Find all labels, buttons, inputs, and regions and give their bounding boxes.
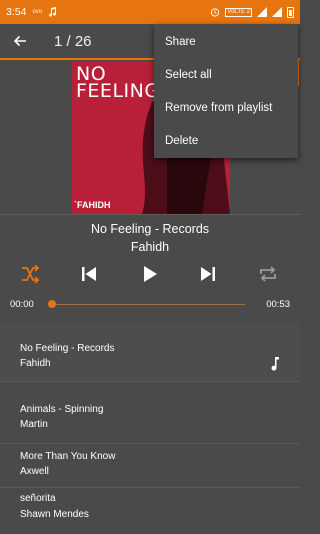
skip-previous-icon: [82, 267, 96, 281]
music-notification-icon: [49, 7, 57, 17]
signal-2-icon: [272, 7, 282, 17]
carrier-label: ovo: [32, 9, 43, 15]
status-bar: 3:54 ovo VoLTE 2: [0, 0, 300, 24]
track-title: No Feeling - Records: [20, 343, 115, 354]
track-artist: Shawn Mendes: [20, 509, 89, 520]
menu-item-share[interactable]: Share: [154, 25, 298, 58]
signal-icon: [257, 7, 267, 17]
skip-next-icon: [201, 267, 215, 281]
track-counter: 1 / 26: [54, 32, 92, 50]
track-title: Animals - Spinning: [20, 404, 104, 415]
arrow-left-icon: [13, 35, 26, 47]
album-art-artist: `FAHIDH: [74, 200, 111, 210]
music-note-icon: [271, 357, 279, 371]
playlist: No Feeling - Records Fahidh Animals - Sp…: [0, 322, 300, 534]
play-icon: [144, 266, 157, 282]
now-playing-title: No Feeling - Records: [90, 222, 210, 236]
next-button[interactable]: [192, 258, 224, 290]
menu-item-remove-from-playlist[interactable]: Remove from playlist: [154, 91, 298, 124]
shuffle-icon: [22, 265, 40, 283]
volte-badge: VoLTE 2: [225, 7, 252, 17]
alarm-icon: [211, 8, 220, 17]
track-artist: Martin: [20, 419, 48, 430]
menu-item-select-all[interactable]: Select all: [154, 58, 298, 91]
duration: 00:53: [266, 299, 290, 310]
seek-thumb[interactable]: [48, 300, 56, 308]
shuffle-button[interactable]: [14, 258, 46, 290]
menu-item-delete[interactable]: Delete: [154, 124, 298, 157]
repeat-icon: [260, 266, 276, 282]
playback-controls: [0, 258, 300, 290]
list-item[interactable]: Animals - Spinning Martin: [0, 383, 300, 444]
divider: [0, 214, 300, 215]
status-time: 3:54: [6, 6, 27, 18]
list-item[interactable]: señorita Shawn Mendes: [0, 489, 300, 534]
battery-icon: [287, 6, 294, 18]
album-art-title: NO FEELING: [76, 63, 160, 102]
track-title: señorita: [20, 493, 56, 504]
back-button[interactable]: [2, 23, 38, 59]
track-artist: Fahidh: [20, 358, 51, 369]
list-item[interactable]: No Feeling - Records Fahidh: [0, 322, 300, 382]
now-playing-artist: Fahidh: [130, 240, 170, 254]
current-time: 00:00: [10, 299, 34, 310]
list-item[interactable]: More Than You Know Axwell: [0, 445, 300, 488]
repeat-button[interactable]: [252, 258, 284, 290]
previous-button[interactable]: [73, 258, 105, 290]
seek-bar[interactable]: [52, 304, 245, 305]
play-button[interactable]: [134, 258, 166, 290]
track-title: More Than You Know: [20, 451, 116, 462]
overflow-menu: Share Select all Remove from playlist De…: [154, 24, 298, 158]
track-artist: Axwell: [20, 466, 49, 477]
